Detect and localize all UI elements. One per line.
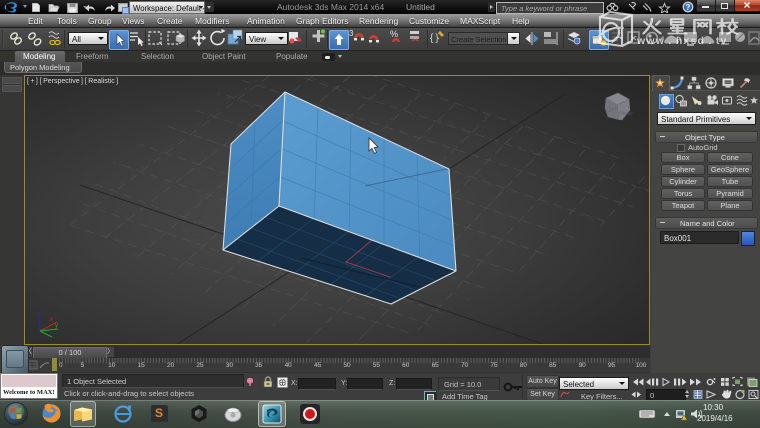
svg-text:!: !	[682, 415, 683, 420]
svg-text:y: y	[55, 323, 58, 329]
svg-text:x: x	[50, 317, 53, 323]
svg-text:www . hxsd . tv: www . hxsd . tv	[636, 35, 728, 47]
svg-text:z: z	[38, 312, 41, 318]
svg-text:3: 3	[349, 29, 354, 38]
svg-text:%: %	[390, 29, 398, 39]
